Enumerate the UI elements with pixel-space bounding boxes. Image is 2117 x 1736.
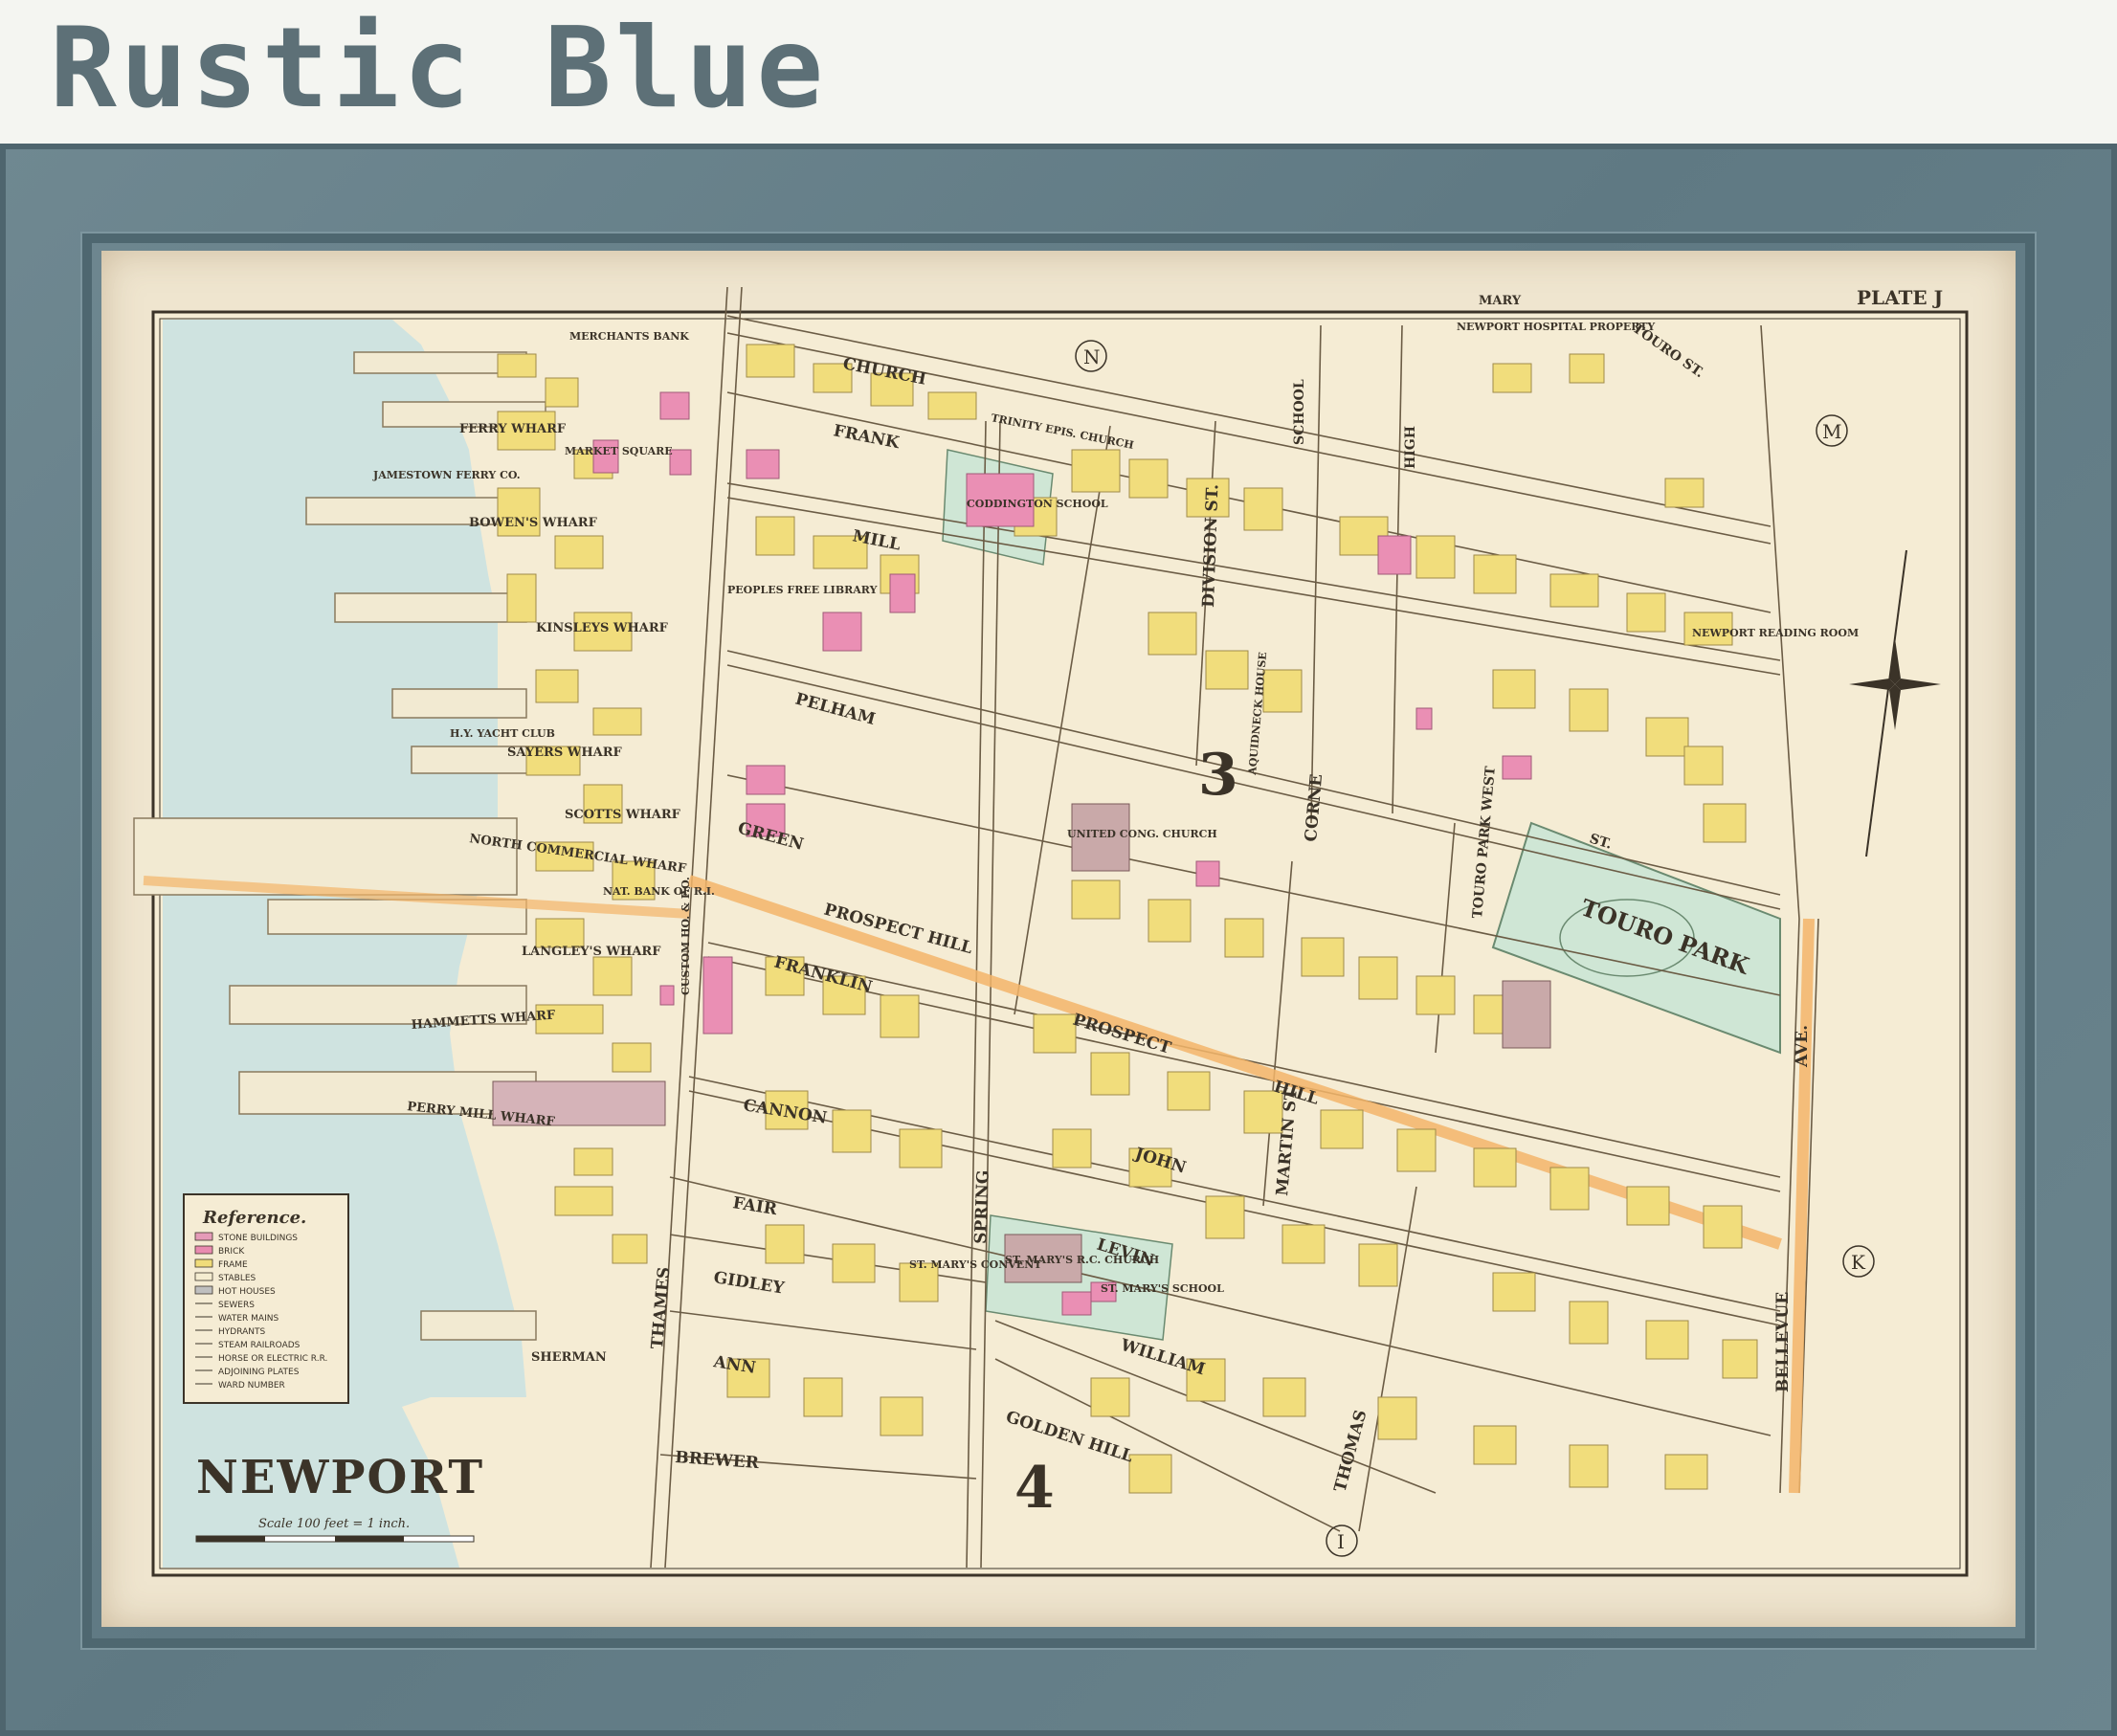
wharf-label-langleys: LANGLEY'S WHARF [522,945,661,959]
map-title: NEWPORT [196,1451,484,1504]
legend-item-label: SEWERS [218,1301,255,1310]
place-label-coddington: CODDINGTON SCHOOL [967,498,1108,510]
legend-swatch [194,1285,213,1295]
legend-swatch [194,1272,213,1281]
street-label-sherman: SHERMAN [531,1350,607,1365]
legend-swatch [194,1258,213,1268]
legend-item-label: HYDRANTS [218,1327,265,1337]
adjoining-plate-k: K [1851,1251,1866,1274]
plate-label: PLATE J [1857,286,1943,309]
place-label-library: PEOPLES FREE LIBRARY [727,584,878,596]
legend-item-label: ADJOINING PLATES [218,1368,300,1377]
scale-text: Scale 100 feet = 1 inch. [258,1517,410,1531]
place-label-st-marys-school: ST. MARY'S SCHOOL [1101,1282,1224,1295]
legend-item-label: WATER MAINS [218,1314,279,1324]
street-label-spring: SPRING [971,1169,993,1244]
street-label-high: HIGH [1403,426,1418,469]
place-label-yacht-club: H.Y. YACHT CLUB [450,727,555,740]
place-label-united-cong: UNITED CONG. CHURCH [1067,828,1217,840]
ward-number-3: 3 [1198,742,1238,809]
wharf-label-bowens: BOWEN'S WHARF [469,516,598,530]
street-label-bellevue: BELLEVUE [1773,1292,1793,1392]
legend-item-label: FRAME [218,1260,248,1270]
scale-bar [195,1535,475,1543]
map-drawing: PLATE J NEWPORT Scale 100 feet = 1 inch.… [133,286,1969,1577]
legend-item-label: HORSE OR ELECTRIC R.R. [218,1354,327,1364]
legend-title: Reference. [202,1208,306,1228]
wharf-label-scotts: SCOTTS WHARF [565,808,681,822]
legend-item-label: STABLES [218,1274,256,1283]
place-label-jamestown-ferry: JAMESTOWN FERRY CO. [372,469,521,481]
adjoining-plate-n: N [1083,345,1101,368]
place-label-hospital: NEWPORT HOSPITAL PROPERTY [1457,321,1655,333]
street-label-mary: MARY [1479,294,1522,308]
legend-swatch [194,1245,213,1255]
ward-number-4: 4 [1014,1455,1055,1522]
legend-item-label: STONE BUILDINGS [218,1234,298,1243]
wharf-label-ferry: FERRY WHARF [459,422,567,436]
adjoining-plate-m: M [1822,420,1841,443]
place-label-market-square: MARKET SQUARE [565,445,673,457]
legend-swatch [194,1232,213,1241]
wharf-label-sayers: SAYERS WHARF [507,746,623,760]
street-label-school: SCHOOL [1292,379,1307,445]
place-label-st-marys-convent: ST. MARY'S CONVENT [909,1258,1042,1271]
wharf-label-kinsleys: KINSLEYS WHARF [536,621,669,635]
legend-item-label: WARD NUMBER [218,1381,285,1391]
place-label-reading-room: NEWPORT READING ROOM [1692,627,1859,639]
legend-item-label: BRICK [218,1247,245,1257]
street-label-ave: AVE. [1793,1025,1812,1068]
place-label-merchants-bank: MERCHANTS BANK [569,330,689,343]
adjoining-plate-i: I [1337,1530,1345,1553]
legend-item-label: STEAM RAILROADS [218,1341,301,1350]
place-label-nat-bank: NAT. BANK OF R.I. [603,885,715,898]
legend-item-label: HOT HOUSES [218,1287,276,1297]
